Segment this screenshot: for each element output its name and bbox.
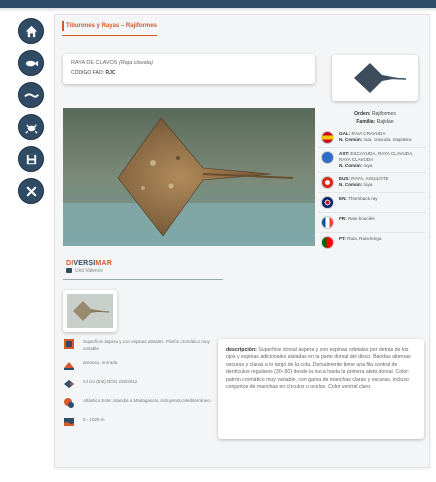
description-text: descripción: Superficie dorsal áspera y … (226, 347, 416, 391)
species-name: RAYA DE CLAVOS (Raja clavata) (71, 60, 153, 66)
fish-icon[interactable] (18, 50, 44, 76)
top-bar (0, 0, 436, 8)
close-icon[interactable] (18, 178, 44, 204)
asturias-flag-icon (321, 151, 334, 164)
common-name-row: PT: Raia, Raia-lenga (318, 233, 426, 252)
info-text: Superficie áspera y con espinas aletales… (83, 339, 210, 351)
distribution-icon (64, 398, 74, 408)
species-photo (63, 108, 315, 246)
lang-name: Raia, Raia-lenga (347, 236, 382, 241)
habitat-icon (64, 362, 74, 370)
family-row: Familia: Rajidae (332, 118, 418, 126)
order-row: Orden: Rajiformes (332, 110, 418, 118)
sub-label: N. Común: (339, 137, 364, 142)
breadcrumb[interactable]: Tiburones y Rayas – Rajiformes (66, 23, 157, 29)
crab-icon[interactable] (18, 114, 44, 140)
info-row: arenoso, enrrada (63, 359, 213, 371)
logo-part-2: VERSI (73, 260, 96, 267)
common-name-row: EUS: RAYA, AGUILOTE N. Común: raya (318, 173, 426, 193)
photo-credit: Unit Valence (66, 268, 103, 274)
france-flag-icon (321, 216, 334, 229)
scientific-name: (Raja clavata) (119, 60, 153, 66)
info-text: arenoso, enrrada (83, 360, 118, 365)
lang-label: FR: (339, 216, 348, 221)
top-bar-shadow (0, 8, 436, 12)
species-title-card: RAYA DE CLAVOS (Raja clavata) CÓDIGO FAO… (63, 54, 315, 84)
silhouette-card (332, 55, 418, 101)
fao-code-label: CÓDIGO FAO: (71, 70, 106, 76)
lang-name: Thornback ray (348, 196, 378, 201)
photo-thumbnail[interactable] (63, 290, 117, 332)
info-row: 5 - 1020 m (63, 416, 213, 428)
save-icon[interactable] (18, 146, 44, 172)
common-name: RAYA DE CLAVOS (71, 60, 119, 66)
logo-part-3: MAR (95, 260, 112, 267)
sub-name: raya (363, 182, 373, 187)
sub-name: raia, cravuda, raspiteira (363, 137, 412, 142)
sidebar (18, 18, 44, 210)
lang-label: EUS: (339, 176, 352, 181)
info-row: ml cm (Ext) DOG 226/2012 (63, 378, 213, 390)
common-name-text: FR: Raie bouclée (339, 216, 375, 222)
home-icon[interactable] (18, 18, 44, 44)
diversimar-logo: DIVERSIMAR (66, 260, 112, 267)
order-value: Rajiformes (371, 111, 396, 117)
common-name-text: EN: Thornback ray (339, 196, 378, 202)
common-name-row: EN: Thornback ray (318, 193, 426, 213)
fao-code: CÓDIGO FAO: RJC (71, 70, 115, 76)
basque-flag-icon (321, 176, 334, 189)
info-text: Atlántico Este: Islandia a Madagascar, i… (83, 398, 212, 403)
lang-label: PT: (339, 236, 348, 241)
order-label: Orden: (354, 111, 372, 117)
uk-flag-icon (321, 196, 334, 209)
breadcrumb-marker (62, 21, 64, 31)
lang-name: RAYA, AGUILOTE (351, 176, 389, 181)
common-name-text: EUS: RAYA, AGUILOTE N. Común: raya (339, 176, 389, 188)
taxonomy: Orden: Rajiformes Familia: Rajidae (332, 110, 418, 126)
common-name-text: AST: ESCAYUDA, RAYA CLAVUDA, RAYA CLAVUD… (339, 151, 426, 169)
common-name-row: AST: ESCAYUDA, RAYA CLAVUDA, RAYA CLAVUD… (318, 148, 426, 173)
common-name-text: PT: Raia, Raia-lenga (339, 236, 381, 242)
sub-label: N. Común: (339, 182, 364, 187)
photo-credit-text: Unit Valence (75, 268, 103, 274)
description-label: descripción: (226, 347, 259, 353)
breadcrumb-underline (62, 35, 157, 36)
common-name-text: GAL: RAIA CRAVUDA N. Común: raia, cravud… (339, 131, 412, 143)
lang-label: AST: (339, 151, 351, 156)
description-body: Superficie dorsal áspera y con espinas o… (226, 347, 411, 391)
family-label: Familia: (356, 119, 377, 125)
sub-label: N. Común: (339, 163, 364, 168)
depth-icon (64, 418, 74, 426)
description-card: descripción: Superficie dorsal áspera y … (218, 339, 424, 439)
camera-icon (66, 268, 72, 274)
common-name-row: GAL: RAIA CRAVUDA N. Común: raia, cravud… (318, 128, 426, 148)
info-row: Superficie áspera y con espinas aletales… (63, 338, 213, 352)
lang-name: ESCAYUDA, RAYA CLAVUDA, RAYA CLAVUDA (339, 151, 414, 162)
lang-label: EN: (339, 196, 349, 201)
info-text: ml cm (Ext) DOG 226/2012 (83, 379, 138, 384)
spain-flag-icon (321, 131, 334, 144)
lang-name: RAIA CRAVUDA (351, 131, 386, 136)
fao-code-value: RJC (105, 70, 116, 76)
common-names-list: GAL: RAIA CRAVUDA N. Común: raia, cravud… (318, 128, 426, 252)
info-text: 5 - 1020 m (83, 417, 105, 422)
credit-divider (63, 279, 223, 280)
common-name-row: FR: Raie bouclée (318, 213, 426, 233)
lang-label: GAL: (339, 131, 352, 136)
eel-icon[interactable] (18, 82, 44, 108)
info-row: Atlántico Este: Islandia a Madagascar, i… (63, 397, 213, 409)
lang-name: Raie bouclée (347, 216, 375, 221)
species-info-list: Superficie áspera y con espinas aletales… (63, 338, 213, 435)
family-value: Rajidae (376, 119, 394, 125)
portugal-flag-icon (321, 236, 334, 249)
sub-name: raya (363, 163, 373, 168)
size-icon (64, 380, 74, 388)
morphology-icon (64, 339, 74, 349)
